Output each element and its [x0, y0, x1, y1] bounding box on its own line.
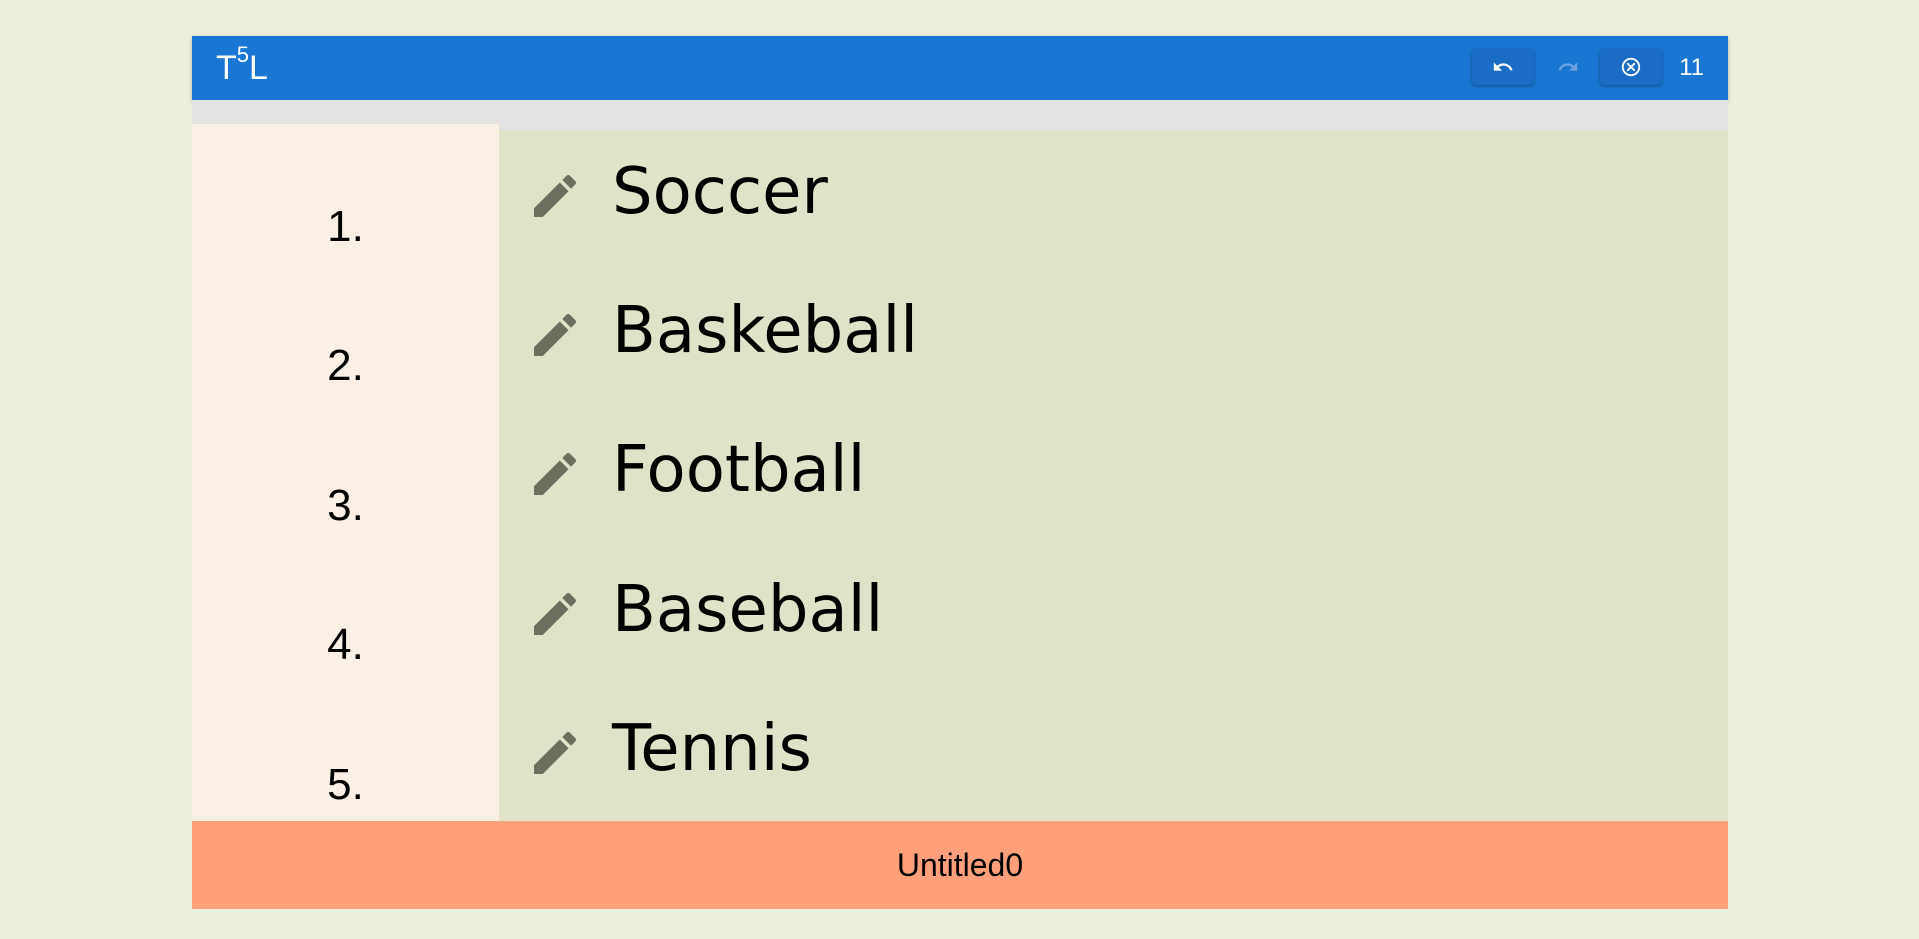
- list-item: Tennis: [499, 703, 1728, 793]
- redo-icon: [1557, 56, 1579, 78]
- item-label[interactable]: Baseball: [612, 568, 883, 652]
- rank-column: 1. 2. 3. 4. 5.: [192, 124, 499, 821]
- list-item: Baskeball: [499, 285, 1728, 375]
- pencil-icon[interactable]: [527, 307, 583, 363]
- undo-button[interactable]: [1472, 49, 1534, 85]
- app-logo: T5L: [216, 44, 268, 88]
- logo-text-l: L: [249, 49, 268, 87]
- pencil-icon[interactable]: [527, 168, 583, 224]
- cancel-circle-icon: [1620, 56, 1642, 78]
- top-bar: T5L 11: [192, 36, 1728, 100]
- item-label[interactable]: Soccer: [612, 150, 828, 234]
- app-window: T5L 11 1. 2. 3. 4. 5. Soccer Baskeball F…: [192, 36, 1728, 909]
- redo-button[interactable]: [1537, 49, 1599, 85]
- rank-number: 3.: [327, 481, 364, 530]
- logo-text-t: T: [216, 49, 237, 87]
- rank-number: 5.: [327, 760, 364, 809]
- list-item: Football: [499, 424, 1728, 514]
- list-title-footer[interactable]: Untitled0: [192, 821, 1728, 909]
- rank-number: 1.: [327, 202, 364, 251]
- item-label[interactable]: Tennis: [612, 707, 812, 791]
- logo-text-sup: 5: [236, 42, 250, 67]
- pencil-icon[interactable]: [527, 586, 583, 642]
- rank-number: 2.: [327, 341, 364, 390]
- item-label[interactable]: Baskeball: [612, 289, 918, 373]
- clear-button[interactable]: [1600, 49, 1662, 85]
- list-item: Baseball: [499, 564, 1728, 654]
- pencil-icon[interactable]: [527, 725, 583, 781]
- list-item: Soccer: [499, 146, 1728, 236]
- pencil-icon[interactable]: [527, 446, 583, 502]
- rank-number: 4.: [327, 620, 364, 669]
- undo-icon: [1492, 56, 1514, 78]
- count-display: 11: [1679, 54, 1704, 81]
- item-label[interactable]: Football: [612, 428, 865, 512]
- item-list: Soccer Baskeball Football Baseball Tenni: [499, 130, 1728, 821]
